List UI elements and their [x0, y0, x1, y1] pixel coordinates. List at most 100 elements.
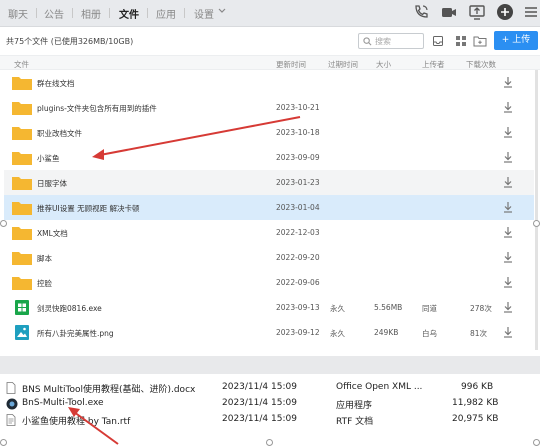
file-updated: 2022-09-06: [276, 278, 320, 287]
file-updated: 2023-10-18: [276, 128, 320, 137]
file-updated: 2023-01-23: [276, 178, 320, 187]
file-expire: 永久: [330, 304, 345, 313]
app-exe-icon: [6, 398, 18, 410]
folder-icon: [12, 127, 32, 140]
download-icon[interactable]: [502, 126, 514, 138]
file-uploader: 同道: [422, 304, 437, 313]
file-row[interactable]: 日服字体 2023-01-23: [4, 170, 534, 195]
frame-handle[interactable]: [0, 439, 7, 446]
file-row[interactable]: 群在线文档: [4, 70, 534, 95]
file-name: 推荐UI设置 无顾视距 解决卡顿: [37, 204, 140, 213]
file-name: 小鲨鱼: [37, 154, 60, 163]
file-row[interactable]: plugins-文件夹包含所有用到的插件 2023-10-21: [4, 95, 534, 120]
local-file-row[interactable]: BNS MultiTool使用教程(基础、进阶).docx 2023/11/4 …: [6, 380, 536, 396]
frame-handle[interactable]: [0, 220, 7, 227]
download-icon[interactable]: [502, 176, 514, 188]
column-expire[interactable]: 过期时间: [328, 59, 358, 70]
file-updated: 2023-01-04: [276, 203, 320, 212]
search-input[interactable]: 搜索: [358, 33, 424, 49]
folder-icon: [12, 227, 32, 240]
tab-apps[interactable]: 应用: [156, 6, 176, 21]
file-name: 剑灵快跑0816.exe: [37, 304, 102, 313]
file-expire: 永久: [330, 329, 345, 338]
file-name: XML文档: [37, 229, 68, 238]
file-row[interactable]: 脚本 2022-09-20: [4, 245, 534, 270]
tab-separator: [147, 8, 148, 18]
local-file-name: 小鲨鱼使用教程 by Tan.rtf: [22, 417, 131, 427]
local-file-kind: 应用程序: [336, 401, 373, 411]
file-name: plugins-文件夹包含所有用到的插件: [37, 104, 157, 113]
tab-settings[interactable]: 设置: [194, 6, 214, 21]
file-name: 脚本: [37, 254, 52, 263]
local-file-size: 11,982 KB: [452, 398, 499, 408]
download-icon[interactable]: [502, 201, 514, 213]
column-size[interactable]: 大小: [376, 59, 391, 70]
folder-icon: [12, 252, 32, 265]
inbox-icon[interactable]: [432, 35, 444, 47]
document-file-icon: [6, 382, 16, 394]
file-row[interactable]: 小鲨鱼 2023-09-09: [4, 145, 534, 170]
phone-call-icon[interactable]: [412, 3, 430, 21]
file-row[interactable]: 所有八卦完美属性.png 2023-09-12 永久 249KB 白乌 81次: [4, 320, 534, 345]
column-uploader[interactable]: 上传者: [422, 59, 445, 70]
local-file-date: 2023/11/4 15:09: [222, 398, 297, 408]
file-name: 控脸: [37, 279, 52, 288]
tab-separator: [72, 8, 73, 18]
tab-separator: [184, 8, 185, 18]
grid-view-icon[interactable]: [455, 35, 467, 47]
local-file-name: BnS-Multi-Tool.exe: [22, 398, 104, 408]
file-downloads: 81次: [470, 329, 488, 338]
add-circle-icon[interactable]: [496, 3, 514, 21]
download-icon[interactable]: [502, 301, 514, 313]
file-name: 日服字体: [37, 179, 67, 188]
local-file-list: BNS MultiTool使用教程(基础、进阶).docx 2023/11/4 …: [0, 374, 540, 446]
frame-handle[interactable]: [266, 439, 273, 446]
video-call-icon[interactable]: [440, 3, 458, 21]
tab-announcement[interactable]: 公告: [44, 6, 64, 21]
chevron-down-icon[interactable]: [218, 7, 226, 15]
more-menu-icon[interactable]: [522, 3, 540, 21]
scrollbar[interactable]: [534, 70, 539, 350]
folder-icon: [12, 77, 32, 90]
file-row[interactable]: 职业改档文件 2023-10-18: [4, 120, 534, 145]
file-row[interactable]: XML文档 2022-12-03: [4, 220, 534, 245]
exe-file-icon: [15, 300, 29, 315]
image-file-icon: [15, 325, 29, 340]
file-uploader: 白乌: [422, 329, 437, 338]
file-size: 249KB: [374, 328, 399, 337]
download-icon[interactable]: [502, 251, 514, 263]
file-row[interactable]: 推荐UI设置 无顾视距 解决卡顿 2023-01-04: [4, 195, 534, 220]
download-icon[interactable]: [502, 101, 514, 113]
frame-handle[interactable]: [533, 439, 540, 446]
file-row[interactable]: 剑灵快跑0816.exe 2023-09-13 永久 5.56MB 同道 278次: [4, 295, 534, 320]
file-row[interactable]: 控脸 2022-09-06: [4, 270, 534, 295]
folder-icon: [12, 152, 32, 165]
column-updated[interactable]: 更新时间: [276, 59, 306, 70]
column-file[interactable]: 文件: [14, 59, 29, 70]
folder-icon: [12, 277, 32, 290]
upload-button[interactable]: + 上传: [494, 31, 538, 50]
local-file-date: 2023/11/4 15:09: [222, 414, 297, 424]
new-folder-icon[interactable]: [473, 35, 487, 47]
rtf-file-icon: [6, 414, 16, 426]
search-placeholder: 搜索: [375, 37, 391, 46]
local-file-row[interactable]: 小鲨鱼使用教程 by Tan.rtf 2023/11/4 15:09 RTF 文…: [6, 412, 536, 428]
frame-handle[interactable]: [533, 220, 540, 227]
tab-album[interactable]: 相册: [81, 6, 101, 21]
screen-share-icon[interactable]: [468, 3, 486, 21]
download-icon[interactable]: [502, 226, 514, 238]
download-icon[interactable]: [502, 76, 514, 88]
local-file-date: 2023/11/4 15:09: [222, 382, 297, 392]
local-file-name: BNS MultiTool使用教程(基础、进阶).docx: [22, 385, 196, 395]
column-downloads[interactable]: 下载次数: [466, 59, 496, 70]
folder-icon: [12, 102, 32, 115]
download-icon[interactable]: [502, 326, 514, 338]
download-icon[interactable]: [502, 276, 514, 288]
local-file-row[interactable]: BnS-Multi-Tool.exe 2023/11/4 15:09 应用程序 …: [6, 396, 536, 412]
folder-icon: [12, 177, 32, 190]
tab-chat[interactable]: 聊天: [8, 6, 28, 21]
file-list-header: 文件 更新时间 过期时间 大小 上传者 下载次数: [0, 55, 540, 70]
download-icon[interactable]: [502, 151, 514, 163]
folder-icon: [12, 202, 32, 215]
tab-files[interactable]: 文件: [119, 6, 139, 21]
